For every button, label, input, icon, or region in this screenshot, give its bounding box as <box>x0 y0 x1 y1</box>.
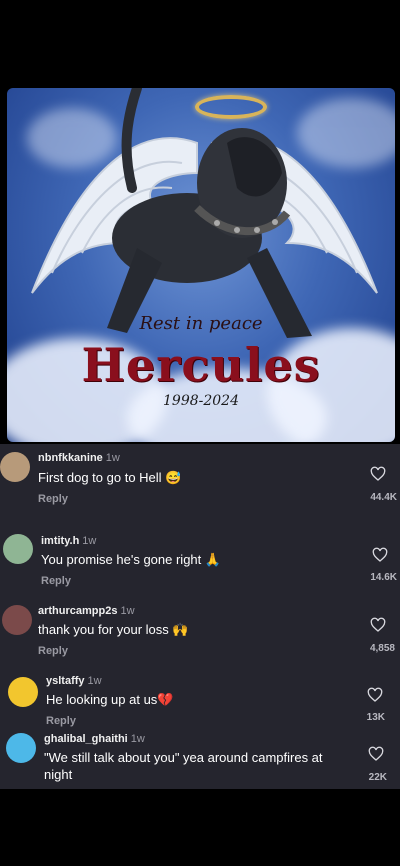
heart-outline-icon[interactable] <box>367 687 383 703</box>
comment-time: 1w <box>105 452 120 464</box>
comment-username[interactable]: arthurcampp2s 1w <box>38 605 135 617</box>
emoji: 😅 <box>165 470 182 485</box>
avatar[interactable] <box>6 733 36 763</box>
like-count: 22K <box>368 772 387 783</box>
comment-time: 1w <box>120 605 135 617</box>
post-image[interactable]: Rest in peace Hercules 1998-2024 <box>7 88 395 442</box>
avatar[interactable] <box>8 677 38 707</box>
avatar[interactable] <box>2 605 32 635</box>
comment-time: 1w <box>87 675 102 687</box>
comment-text: You promise he's gone right 🙏 <box>41 552 222 567</box>
heart-outline-icon[interactable] <box>370 617 386 633</box>
memorial-title: Hercules <box>81 338 321 392</box>
like-count: 4,858 <box>369 643 395 654</box>
comment-text: thank you for your loss 🙌 <box>38 622 189 637</box>
avatar[interactable] <box>0 452 30 482</box>
like-count: 13K <box>366 712 385 723</box>
emoji: 🙌 <box>172 622 189 637</box>
heart-outline-icon[interactable] <box>368 746 384 762</box>
comment-username[interactable]: ghalibal_ghaithi 1w <box>44 733 145 745</box>
comment-username[interactable]: imtity.h 1w <box>41 535 96 547</box>
avatar[interactable] <box>3 534 33 564</box>
rip-text: Rest in peace <box>139 313 263 334</box>
reply-button[interactable]: Reply <box>38 493 68 505</box>
heart-outline-icon[interactable] <box>372 547 388 563</box>
like-count: 44.4K <box>370 492 397 503</box>
comment-time: 1w <box>82 535 97 547</box>
comment-text: First dog to go to Hell 😅 <box>38 470 182 485</box>
comment-time: 1w <box>130 733 145 745</box>
reply-button[interactable]: Reply <box>46 715 76 727</box>
memorial-years: 1998-2024 <box>163 393 239 409</box>
comments-panel[interactable]: nbnfkkanine 1w First dog to go to Hell 😅 … <box>0 444 400 789</box>
comment-text: "We still talk about you" yea around cam… <box>44 750 323 782</box>
emoji: 💔 <box>157 692 174 707</box>
like-count: 14.6K <box>370 572 397 583</box>
reply-button[interactable]: Reply <box>41 575 71 587</box>
heart-outline-icon[interactable] <box>370 466 386 482</box>
emoji: 🙏 <box>204 552 222 567</box>
comment-text: He looking up at us💔 <box>46 692 174 707</box>
reply-button[interactable]: Reply <box>38 645 68 657</box>
comment-username[interactable]: ysltaffy 1w <box>46 675 102 687</box>
comment-username[interactable]: nbnfkkanine 1w <box>38 452 120 464</box>
